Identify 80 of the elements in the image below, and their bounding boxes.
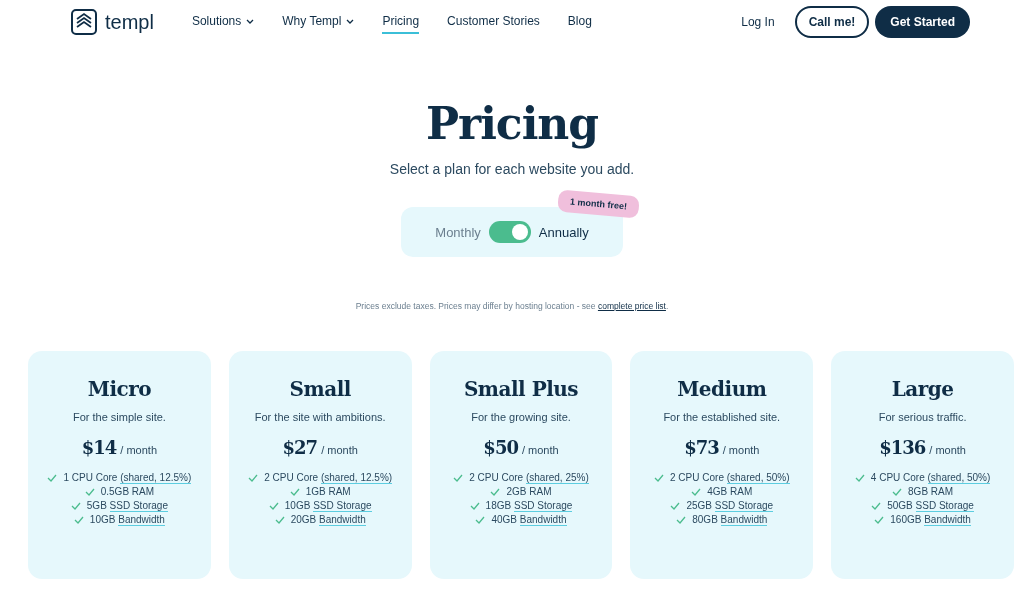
plan-tagline: For the simple site. — [72, 411, 166, 423]
plan-tagline: For the site with ambitions. — [254, 411, 386, 423]
pricing-note: Prices exclude taxes. Prices may differ by hosting location - see complete price list. — [355, 301, 669, 311]
plan-feature: 5GB SSD Storage — [86, 500, 168, 511]
nav-link[interactable]: Why Templ — [282, 10, 355, 34]
plan-price: $50 — [483, 437, 518, 458]
page-subtitle: Select a plan for each website you add. — [389, 161, 635, 177]
nav-link[interactable]: Pricing — [382, 10, 420, 34]
chevron-down-icon — [346, 18, 355, 24]
price-period: / month — [120, 444, 158, 456]
plan-price: $27 — [282, 437, 318, 458]
price-period: / month — [521, 444, 559, 456]
check-icon — [475, 515, 486, 524]
check-icon — [676, 515, 687, 524]
plan-feature: 50GB SSD Storage — [887, 500, 974, 511]
plan-name: Micro — [87, 377, 152, 401]
check-icon — [469, 501, 480, 510]
check-icon — [670, 501, 681, 510]
plan-tagline: For the established site. — [663, 411, 781, 423]
plan-feature: 2GB RAM — [506, 486, 552, 497]
annually-label: Annually — [538, 224, 589, 240]
plan-name: Medium — [677, 377, 767, 401]
check-icon — [854, 473, 865, 482]
price-list-link[interactable]: complete price list — [597, 301, 666, 311]
plan-feature: 18GB SSD Storage — [485, 500, 573, 511]
check-icon — [47, 473, 58, 482]
check-icon — [874, 515, 885, 524]
call-me-button[interactable]: Call me! — [794, 6, 870, 38]
plan-feature: 4 CPU Core (shared, 50%) — [870, 472, 991, 483]
check-icon — [84, 487, 95, 496]
check-icon — [654, 473, 665, 482]
plan-feature: 2 CPU Core (shared, 25%) — [469, 472, 589, 483]
plan-feature: 10GB Bandwidth — [89, 514, 165, 525]
plan-name: Small Plus — [463, 377, 579, 401]
plan-feature: 2 CPU Core (shared, 12.5%) — [264, 472, 393, 483]
page-title: Pricing — [425, 98, 599, 149]
plan-feature: 40GB Bandwidth — [491, 514, 567, 525]
plan-feature: 0.5GB RAM — [100, 486, 155, 497]
plan-feature: 20GB Bandwidth — [290, 514, 366, 525]
plan-tagline: For serious traffic. — [878, 411, 967, 423]
plan-price: $14 — [81, 437, 117, 458]
check-icon — [691, 487, 702, 496]
check-icon — [490, 487, 501, 496]
monthly-label: Monthly — [435, 224, 481, 240]
plan-name: Large — [891, 377, 954, 401]
plan-name: Small — [289, 377, 351, 401]
check-icon — [268, 501, 279, 510]
price-period: / month — [929, 444, 966, 456]
get-started-button[interactable]: Get Started — [875, 6, 970, 38]
check-icon — [892, 487, 903, 496]
check-icon — [274, 515, 285, 524]
check-icon — [453, 473, 464, 482]
chevron-down-icon — [246, 18, 255, 24]
plan-feature: 10GB SSD Storage — [284, 500, 372, 511]
plan-feature: 25GB SSD Storage — [686, 500, 774, 511]
login-link[interactable]: Log In — [741, 15, 775, 29]
plan-feature: 1 CPU Core (shared, 12.5%) — [63, 472, 192, 483]
plan-feature: 8GB RAM — [908, 486, 954, 497]
check-icon — [73, 515, 84, 524]
check-icon — [248, 473, 259, 482]
brand-name[interactable]: templ — [105, 10, 154, 34]
price-period: / month — [321, 444, 358, 456]
plan-price: $73 — [684, 437, 719, 458]
plan-feature: 4GB RAM — [707, 486, 753, 497]
logo-icon[interactable] — [71, 9, 97, 35]
price-period: / month — [722, 444, 760, 456]
plan-feature: 2 CPU Core (shared, 50%) — [670, 472, 790, 483]
check-icon — [289, 487, 300, 496]
billing-switch[interactable] — [488, 221, 531, 243]
plan-feature: 160GB Bandwidth — [890, 514, 971, 525]
check-icon — [871, 501, 882, 510]
nav-link[interactable]: Customer Stories — [447, 10, 540, 34]
check-icon — [70, 501, 81, 510]
plan-price: $136 — [879, 437, 926, 458]
plan-tagline: For the growing site. — [471, 411, 571, 423]
plan-feature: 80GB Bandwidth — [692, 514, 768, 525]
plan-feature: 1GB RAM — [305, 486, 351, 497]
nav-link[interactable]: Blog — [567, 10, 592, 34]
nav-link[interactable]: Solutions — [191, 10, 255, 34]
discount-badge: 1 month free! — [557, 189, 640, 219]
